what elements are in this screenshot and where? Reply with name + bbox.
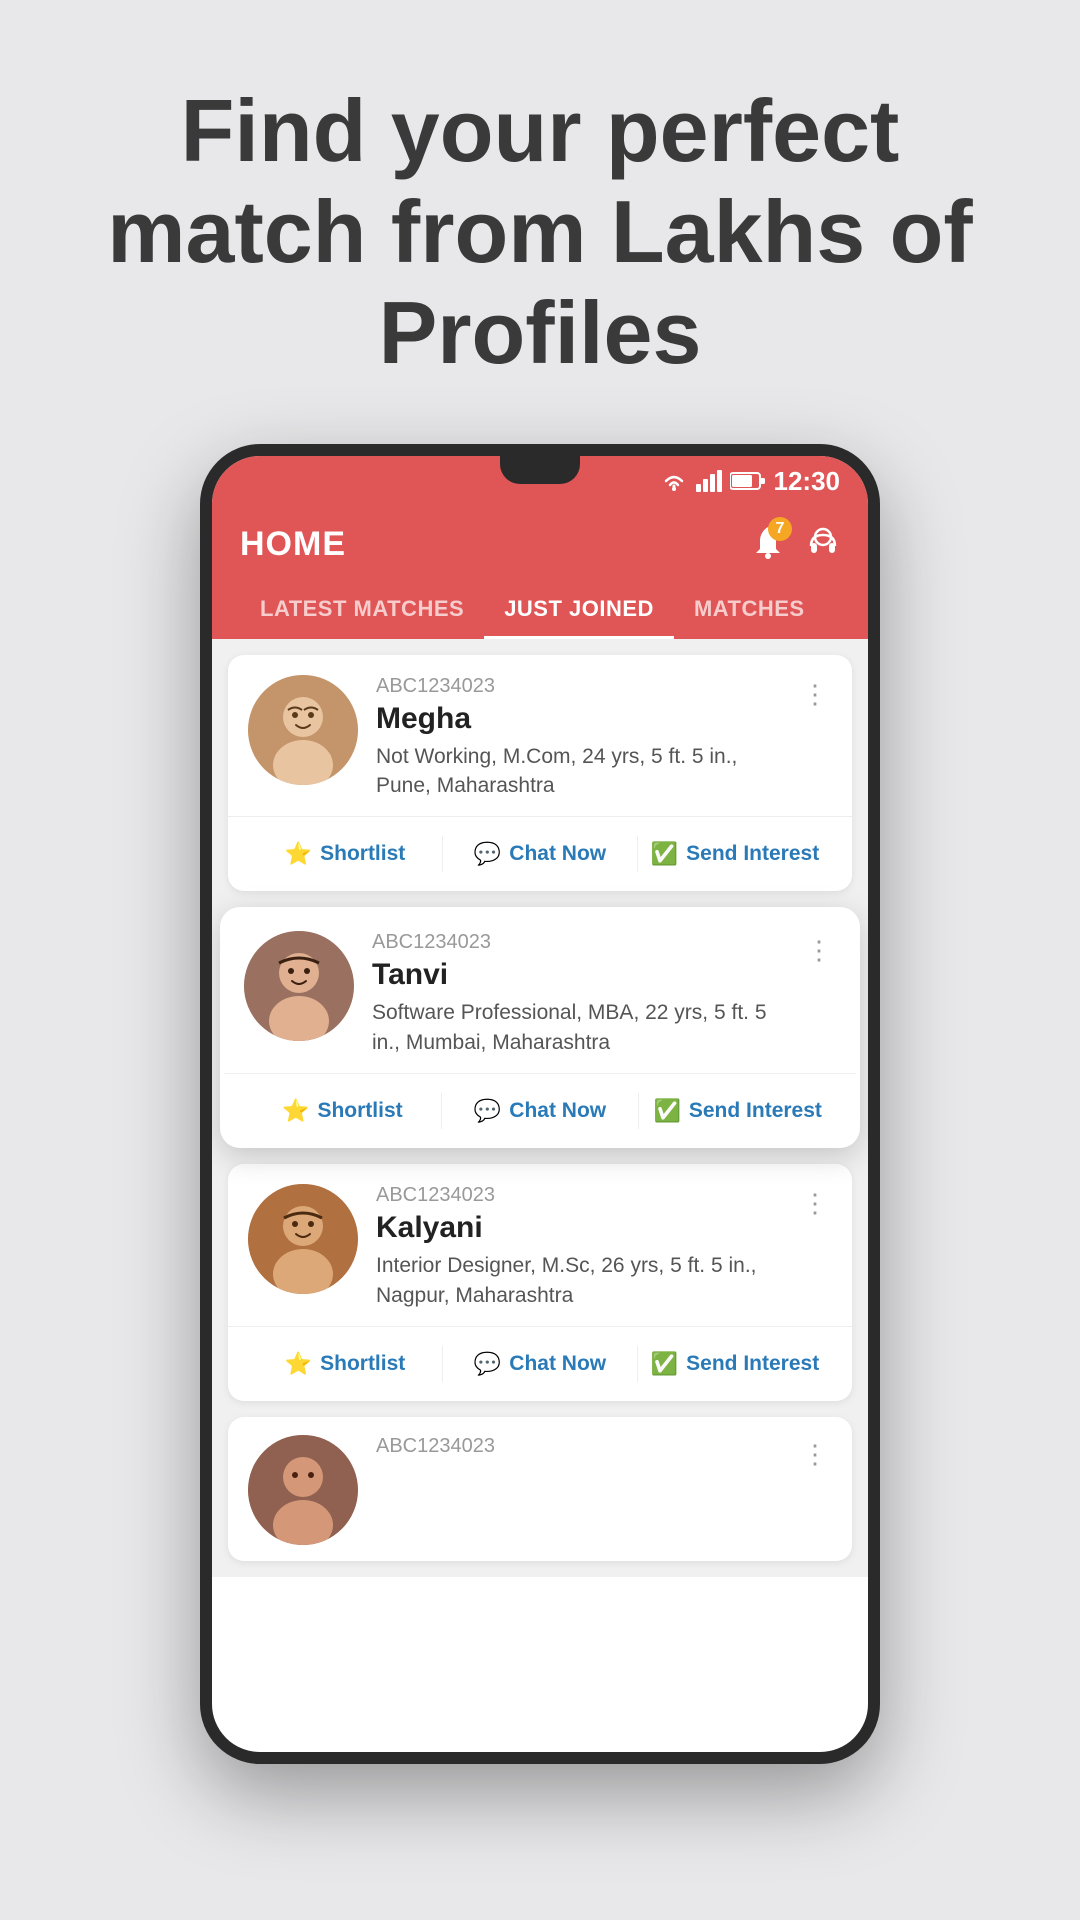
status-icons: 12:30: [660, 466, 841, 497]
interest-label-kalyani: Send Interest: [686, 1352, 819, 1376]
profile-info-megha: ABC1234023 Megha Not Working, M.Com, 24 …: [248, 675, 832, 801]
phone-wrapper: 12:30 HOME 7: [0, 444, 1080, 1764]
more-options-tanvi[interactable]: ⋮: [802, 931, 836, 970]
phone-frame: 12:30 HOME 7: [200, 444, 880, 1764]
chat-label-kalyani: Chat Now: [509, 1352, 606, 1376]
shortlist-star-icon-tanvi: ⭐: [282, 1098, 309, 1124]
interest-button-megha[interactable]: ✅ Send Interest: [638, 831, 832, 877]
notification-badge: 7: [768, 517, 792, 541]
profile-card-megha: ABC1234023 Megha Not Working, M.Com, 24 …: [228, 655, 852, 892]
profile-card-kalyani: ABC1234023 Kalyani Interior Designer, M.…: [228, 1164, 852, 1401]
shortlist-star-icon-kalyani: ⭐: [285, 1351, 312, 1377]
avatar-image-megha: [248, 675, 358, 785]
profile-details-tanvi: ABC1234023 Tanvi Software Professional, …: [372, 931, 784, 1057]
tab-latest-matches[interactable]: LATEST MATCHES: [240, 584, 484, 639]
chat-icon-megha: 💬: [474, 841, 501, 867]
tab-matches[interactable]: MATCHES: [674, 584, 825, 639]
interest-icon-tanvi: ✅: [653, 1098, 680, 1124]
signal-icon: [696, 470, 722, 492]
shortlist-label-megha: Shortlist: [320, 842, 405, 866]
app-header-top: HOME 7: [240, 525, 840, 564]
card-actions-kalyani: ⭐ Shortlist 💬 Chat Now ✅ Send Interest: [248, 1327, 832, 1401]
card-actions-tanvi: ⭐ Shortlist 💬 Chat Now ✅ Send Interest: [244, 1074, 836, 1148]
battery-icon: [730, 471, 766, 491]
avatar-tanvi[interactable]: [244, 931, 354, 1041]
more-options-kalyani[interactable]: ⋮: [798, 1184, 832, 1223]
nav-tabs: LATEST MATCHES JUST JOINED MATCHES: [240, 584, 840, 639]
profile-details-megha: ABC1234023 Megha Not Working, M.Com, 24 …: [376, 675, 780, 801]
chat-button-megha[interactable]: 💬 Chat Now: [443, 831, 637, 877]
profile-info-kalyani: ABC1234023 Kalyani Interior Designer, M.…: [248, 1184, 832, 1310]
interest-icon-megha: ✅: [651, 841, 678, 867]
app-header: HOME 7: [212, 507, 868, 639]
interest-icon-kalyani: ✅: [651, 1351, 678, 1377]
support-button[interactable]: [806, 525, 840, 564]
avatar-partial[interactable]: [248, 1435, 358, 1545]
chat-label-megha: Chat Now: [509, 842, 606, 866]
chat-icon-tanvi: 💬: [474, 1098, 501, 1124]
profile-details-kalyani: ABC1234023 Kalyani Interior Designer, M.…: [376, 1184, 780, 1310]
app-title: HOME: [240, 525, 346, 564]
shortlist-label-tanvi: Shortlist: [317, 1099, 402, 1123]
headset-icon: [806, 525, 840, 559]
profile-info-partial: ABC1234023 ⋮: [248, 1435, 832, 1545]
profile-info-tanvi: ABC1234023 Tanvi Software Professional, …: [244, 931, 836, 1057]
header-icons: 7: [752, 525, 840, 564]
profile-id-tanvi: ABC1234023: [372, 931, 784, 954]
wifi-icon: [660, 470, 688, 492]
profile-details-partial: ABC1234023: [376, 1435, 780, 1464]
chat-icon-kalyani: 💬: [474, 1351, 501, 1377]
interest-button-tanvi[interactable]: ✅ Send Interest: [639, 1088, 836, 1134]
shortlist-star-icon-megha: ⭐: [285, 841, 312, 867]
avatar-image-partial: [248, 1435, 358, 1545]
card-actions-megha: ⭐ Shortlist 💬 Chat Now ✅ Send Interest: [248, 817, 832, 891]
profile-card-tanvi: ABC1234023 Tanvi Software Professional, …: [220, 907, 860, 1148]
avatar-image-kalyani: [248, 1184, 358, 1294]
profile-desc-tanvi: Software Professional, MBA, 22 yrs, 5 ft…: [372, 998, 784, 1057]
profile-name-kalyani: Kalyani: [376, 1211, 780, 1245]
shortlist-label-kalyani: Shortlist: [320, 1352, 405, 1376]
shortlist-button-megha[interactable]: ⭐ Shortlist: [248, 831, 442, 877]
profile-name-tanvi: Tanvi: [372, 958, 784, 992]
profile-id-partial: ABC1234023: [376, 1435, 780, 1458]
avatar-kalyani[interactable]: [248, 1184, 358, 1294]
status-time: 12:30: [774, 466, 841, 497]
profile-desc-kalyani: Interior Designer, M.Sc, 26 yrs, 5 ft. 5…: [376, 1251, 780, 1310]
notification-button[interactable]: 7: [752, 525, 784, 564]
profile-desc-megha: Not Working, M.Com, 24 yrs, 5 ft. 5 in.,…: [376, 742, 780, 801]
interest-label-tanvi: Send Interest: [689, 1099, 822, 1123]
avatar-image-tanvi: [244, 931, 354, 1041]
interest-label-megha: Send Interest: [686, 842, 819, 866]
chat-label-tanvi: Chat Now: [509, 1099, 606, 1123]
tab-just-joined[interactable]: JUST JOINED: [484, 584, 674, 639]
hero-title: Find your perfect match from Lakhs of Pr…: [60, 80, 1020, 384]
more-options-megha[interactable]: ⋮: [798, 675, 832, 714]
profile-name-megha: Megha: [376, 702, 780, 736]
interest-button-kalyani[interactable]: ✅ Send Interest: [638, 1341, 832, 1387]
more-options-partial[interactable]: ⋮: [798, 1435, 832, 1474]
chat-button-kalyani[interactable]: 💬 Chat Now: [443, 1341, 637, 1387]
profiles-list: ABC1234023 Megha Not Working, M.Com, 24 …: [212, 639, 868, 1577]
profile-id-megha: ABC1234023: [376, 675, 780, 698]
profile-id-kalyani: ABC1234023: [376, 1184, 780, 1207]
hero-section: Find your perfect match from Lakhs of Pr…: [0, 0, 1080, 424]
phone-notch: [500, 456, 580, 484]
chat-button-tanvi[interactable]: 💬 Chat Now: [442, 1088, 639, 1134]
shortlist-button-kalyani[interactable]: ⭐ Shortlist: [248, 1341, 442, 1387]
shortlist-button-tanvi[interactable]: ⭐ Shortlist: [244, 1088, 441, 1134]
profile-card-partial: ABC1234023 ⋮: [228, 1417, 852, 1561]
avatar-megha[interactable]: [248, 675, 358, 785]
